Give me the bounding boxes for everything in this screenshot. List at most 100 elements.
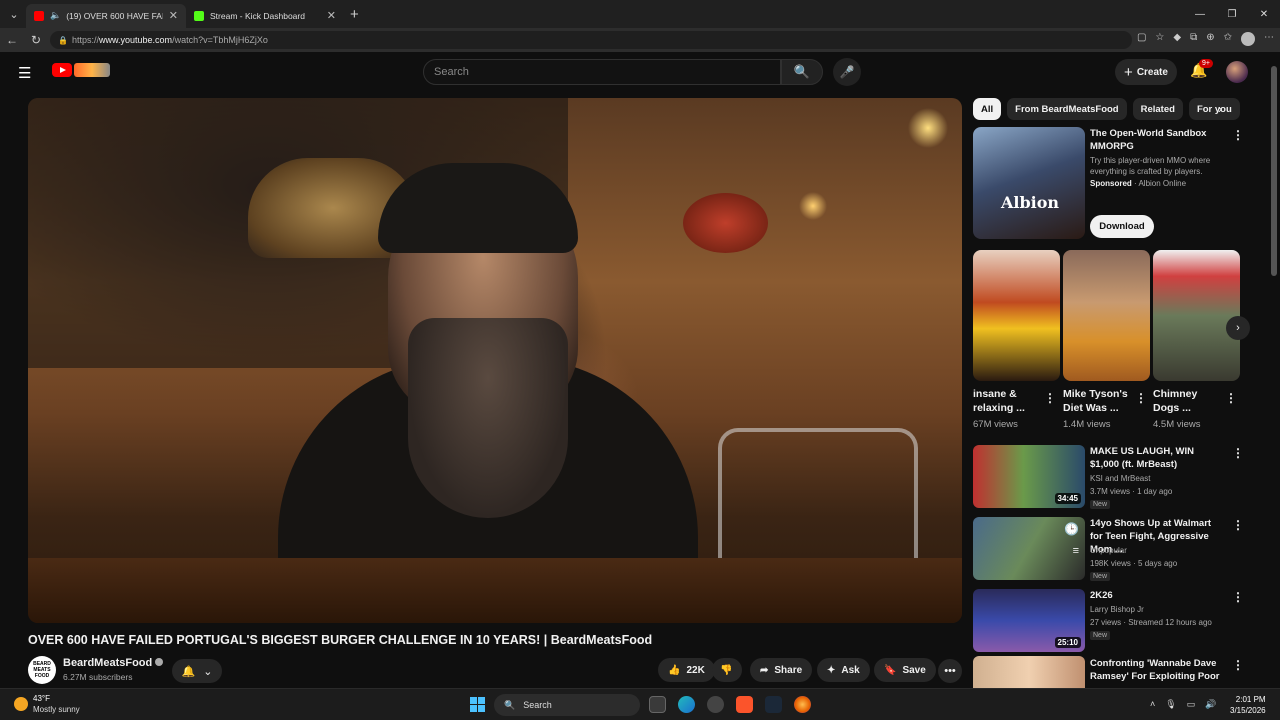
- like-button[interactable]: 👍 22K: [658, 658, 715, 682]
- list-item[interactable]: 34:45 MAKE US LAUGH, WIN $1,000 (ft. MrB…: [973, 445, 1244, 509]
- edge-browser-icon[interactable]: [678, 696, 695, 713]
- list-item[interactable]: 🕒 ≡ 14yo Shows Up at Walmart for Teen Fi…: [973, 517, 1244, 581]
- puzzle-icon[interactable]: ⧉: [1190, 32, 1197, 46]
- firefox-icon[interactable]: [794, 696, 811, 713]
- channel-link[interactable]: Larry Bishop Jr: [1090, 605, 1144, 614]
- microphone-icon[interactable]: 🎙: [1165, 699, 1176, 710]
- short-title[interactable]: Mike Tyson's Diet Was ...: [1063, 387, 1131, 415]
- ask-button[interactable]: ✦ Ask: [817, 658, 870, 682]
- video-title-link[interactable]: Confronting 'Wannabe Dave Ramsey' For Ex…: [1090, 657, 1225, 688]
- save-button[interactable]: 🔖 Save: [874, 658, 936, 682]
- video-title-link[interactable]: 2K26: [1090, 589, 1225, 602]
- close-window-icon[interactable]: ✕: [1248, 0, 1280, 28]
- split-screen-icon[interactable]: ▢: [1137, 32, 1146, 46]
- voice-search-button[interactable]: 🎤: [833, 58, 861, 86]
- tab-list-icon[interactable]: ⌄: [2, 3, 26, 25]
- extension-icon[interactable]: ◆: [1173, 32, 1181, 46]
- channel-name[interactable]: BeardMeatsFood: [63, 657, 164, 669]
- brave-browser-icon[interactable]: [736, 696, 753, 713]
- weather-condition[interactable]: Mostly sunny: [33, 705, 80, 714]
- channel-link[interactable]: KSI and MrBeast: [1090, 474, 1150, 483]
- video-thumbnail[interactable]: [973, 656, 1085, 688]
- start-button[interactable]: [470, 697, 485, 712]
- youtube-logo[interactable]: [52, 63, 110, 77]
- short-menu-icon[interactable]: ⋮: [1225, 391, 1237, 405]
- lock-icon[interactable]: 🔒: [58, 36, 68, 45]
- back-icon[interactable]: ←: [0, 33, 24, 47]
- short-thumbnail[interactable]: [973, 250, 1060, 381]
- filter-chips: All From BeardMeatsFood Related For you: [973, 98, 1241, 120]
- weather-temperature[interactable]: 43°F: [33, 694, 50, 703]
- tab-kick[interactable]: Stream - Kick Dashboard ✕: [186, 4, 344, 28]
- chevron-right-icon[interactable]: ›: [1218, 102, 1222, 116]
- scrollbar-thumb[interactable]: [1271, 66, 1277, 276]
- close-tab-icon[interactable]: ✕: [327, 9, 336, 22]
- sun-icon[interactable]: [14, 697, 28, 711]
- channel-link[interactable]: Unpopular: [1090, 546, 1127, 555]
- short-title[interactable]: insane & relaxing ...: [973, 387, 1041, 415]
- url-path: /watch?v=TbhMjH6ZjXo: [172, 35, 268, 45]
- reload-icon[interactable]: ↻: [24, 33, 48, 47]
- profile-avatar[interactable]: [1241, 32, 1255, 46]
- tab-youtube[interactable]: 🔈 (19) OVER 600 HAVE FAILED P ✕: [26, 3, 186, 28]
- speaker-icon[interactable]: 🔈: [50, 10, 61, 21]
- task-view-icon[interactable]: [649, 696, 666, 713]
- search-input[interactable]: Search: [423, 59, 781, 85]
- minimize-icon[interactable]: —: [1184, 0, 1216, 28]
- ad-thumbnail[interactable]: Albion: [973, 127, 1085, 239]
- volume-icon[interactable]: 🔊: [1205, 699, 1216, 710]
- video-thumbnail[interactable]: 🕒 ≡: [973, 517, 1085, 580]
- shorts-next-button[interactable]: ›: [1226, 316, 1250, 340]
- app-icon[interactable]: [707, 696, 724, 713]
- short-menu-icon[interactable]: ⋮: [1044, 391, 1056, 405]
- short-thumbnail[interactable]: [1153, 250, 1240, 381]
- video-menu-icon[interactable]: ⋮: [1232, 590, 1244, 604]
- network-icon[interactable]: ▭: [1187, 699, 1196, 710]
- video-thumbnail[interactable]: 25:10: [973, 589, 1085, 652]
- chevron-up-icon[interactable]: ˄: [1150, 699, 1155, 710]
- steam-icon[interactable]: [765, 696, 782, 713]
- watch-later-icon[interactable]: 🕒: [1064, 522, 1079, 536]
- close-tab-icon[interactable]: ✕: [169, 9, 178, 22]
- video-menu-icon[interactable]: ⋮: [1232, 518, 1244, 532]
- ad-menu-icon[interactable]: ⋮: [1232, 128, 1244, 142]
- favorite-star-icon[interactable]: ☆: [1155, 32, 1164, 46]
- chip-from-channel[interactable]: From BeardMeatsFood: [1007, 98, 1127, 120]
- browser-menu-icon[interactable]: ⋯: [1264, 32, 1274, 46]
- ad-title[interactable]: The Open-World Sandbox MMORPG: [1090, 127, 1230, 153]
- list-item[interactable]: Confronting 'Wannabe Dave Ramsey' For Ex…: [973, 656, 1241, 688]
- sparkle-icon: ✦: [827, 664, 836, 676]
- short-menu-icon[interactable]: ⋮: [1135, 391, 1147, 405]
- subscription-bell-button[interactable]: 🔔 ⌄: [172, 659, 222, 683]
- video-thumbnail[interactable]: 34:45: [973, 445, 1085, 508]
- create-button[interactable]: + Create: [1115, 59, 1177, 85]
- chip-related[interactable]: Related: [1132, 98, 1183, 120]
- restore-icon[interactable]: ❐: [1216, 0, 1248, 28]
- add-to-queue-icon[interactable]: ≡: [1073, 545, 1079, 557]
- chip-all[interactable]: All: [973, 98, 1002, 120]
- new-tab-icon[interactable]: +: [350, 6, 359, 23]
- chip-for-you[interactable]: For you: [1188, 98, 1240, 120]
- favorites-icon[interactable]: ✩: [1224, 32, 1232, 46]
- chevron-down-icon: ⌄: [203, 665, 213, 678]
- search-button[interactable]: 🔍: [781, 59, 823, 85]
- taskbar-search[interactable]: 🔍 Search: [494, 694, 640, 716]
- dislike-button[interactable]: 👎: [712, 658, 742, 682]
- share-button[interactable]: ➦ Share: [750, 658, 813, 682]
- video-menu-icon[interactable]: ⋮: [1232, 658, 1241, 672]
- more-actions-button[interactable]: •••: [938, 659, 962, 683]
- video-title-link[interactable]: MAKE US LAUGH, WIN $1,000 (ft. MrBeast): [1090, 445, 1225, 471]
- video-player[interactable]: [28, 98, 962, 623]
- page-scrollbar[interactable]: [1268, 52, 1280, 692]
- url-field[interactable]: 🔒 https://www.youtube.com/watch?v=TbhMjH…: [50, 31, 1132, 49]
- collections-icon[interactable]: ⊕: [1206, 32, 1214, 46]
- short-title[interactable]: Chimney Dogs ...: [1153, 387, 1221, 415]
- video-menu-icon[interactable]: ⋮: [1232, 446, 1244, 460]
- list-item[interactable]: 25:10 2K26 Larry Bishop Jr 27 views · St…: [973, 589, 1244, 653]
- account-avatar[interactable]: [1226, 61, 1248, 83]
- hamburger-menu-icon[interactable]: ☰: [18, 64, 31, 82]
- ad-download-button[interactable]: Download: [1090, 215, 1154, 238]
- taskbar-clock[interactable]: 2:01 PM 3/15/2026: [1230, 694, 1266, 716]
- channel-avatar[interactable]: BEARD MEATS FOOD: [28, 656, 56, 684]
- short-thumbnail[interactable]: [1063, 250, 1150, 381]
